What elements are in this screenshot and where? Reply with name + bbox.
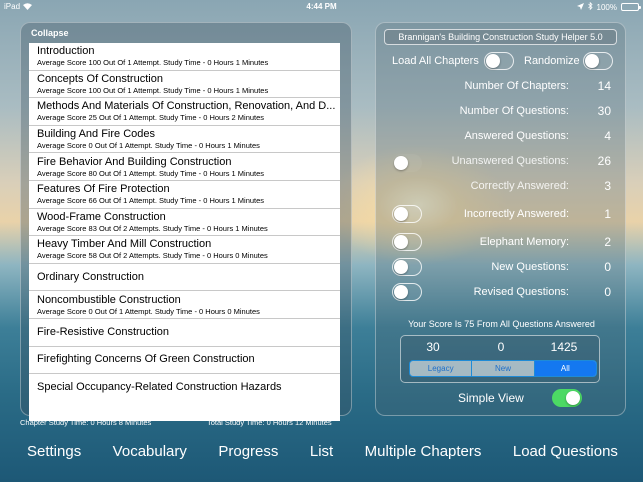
chapter-stats: Average Score 66 Out Of 1 Attempt. Study…	[37, 196, 265, 206]
stat-value-incorrect: 1	[604, 207, 611, 221]
chapter-stats: Average Score 58 Out Of 2 Attempts. Stud…	[37, 251, 268, 261]
list-button[interactable]: List	[310, 443, 333, 460]
load-all-chapters-toggle[interactable]	[484, 52, 514, 70]
load-questions-button[interactable]: Load Questions	[513, 443, 618, 460]
stat-label-correct: Correctly Answered:	[470, 180, 569, 192]
stats-panel: Brannigan's Building Construction Study …	[375, 22, 626, 416]
battery-icon	[621, 3, 641, 11]
stat-value-new: 0	[604, 260, 611, 274]
chapter-row[interactable]: Methods And Materials Of Construction, R…	[29, 98, 340, 126]
chapter-stats: Average Score 25 Out Of 1 Attempt. Study…	[37, 113, 265, 123]
chapter-row[interactable]: Special Occupancy-Related Construction H…	[29, 374, 340, 402]
score-summary: Your Score Is 75 From All Questions Answ…	[408, 319, 595, 329]
chapter-title: Building And Fire Codes	[37, 128, 156, 141]
randomize-label: Randomize	[524, 55, 580, 67]
chapter-stats: Average Score 80 Out Of 1 Attempt. Study…	[37, 168, 265, 178]
status-right: 100%	[576, 1, 641, 12]
status-bar: iPad 4:44 PM 100%	[0, 0, 643, 14]
chapter-title: Methods And Materials Of Construction, R…	[37, 100, 336, 113]
segment-all[interactable]: All	[534, 361, 596, 376]
stat-label-revised: Revised Questions:	[473, 286, 569, 298]
chapter-title: Wood-Frame Construction	[37, 210, 166, 223]
randomize-toggle[interactable]	[583, 52, 613, 70]
chapter-stats: Average Score 0 Out Of 1 Attempt. Study …	[37, 141, 260, 151]
elephant-memory-toggle[interactable]	[392, 233, 422, 251]
stat-value-chapters: 14	[597, 79, 611, 93]
battery-percent: 100%	[596, 2, 617, 12]
score-segment-box: 30 0 1425 Legacy New All	[400, 335, 600, 383]
chapter-row[interactable]: Introduction Average Score 100 Out Of 1 …	[29, 43, 340, 71]
revised-questions-toggle[interactable]	[392, 283, 422, 301]
chapter-panel: Collapse Introduction Average Score 100 …	[20, 22, 352, 421]
location-icon	[576, 2, 584, 12]
chapter-title: Introduction	[37, 45, 95, 58]
chapter-title: Concepts Of Construction	[37, 72, 163, 85]
chapter-row[interactable]: Building And Fire Codes Average Score 0 …	[29, 126, 340, 154]
bottom-toolbar: Settings Vocabulary Progress List Multip…	[0, 431, 643, 471]
stat-label-new: New Questions:	[491, 261, 569, 273]
chapter-title: Heavy Timber And Mill Construction	[37, 238, 212, 251]
stat-value-questions: 30	[597, 104, 611, 118]
chapter-row[interactable]: Features Of Fire Protection Average Scor…	[29, 181, 340, 209]
collapse-button[interactable]: Collapse	[31, 28, 69, 38]
new-questions-toggle[interactable]	[392, 258, 422, 276]
stat-value-answered: 4	[604, 129, 611, 143]
chapter-row[interactable]: Wood-Frame Construction Average Score 83…	[29, 209, 340, 237]
chapter-title: Special Occupancy-Related Construction H…	[37, 381, 282, 394]
vocabulary-button[interactable]: Vocabulary	[113, 443, 187, 460]
chapter-row[interactable]: Heavy Timber And Mill Construction Avera…	[29, 236, 340, 264]
simple-view-label: Simple View	[458, 391, 524, 405]
multiple-chapters-button[interactable]: Multiple Chapters	[365, 443, 482, 460]
stat-label-elephant-memory: Elephant Memory:	[479, 236, 569, 248]
chapter-row[interactable]: Ordinary Construction	[29, 264, 340, 292]
chapter-title: Firefighting Concerns Of Green Construct…	[37, 353, 255, 366]
chapter-row[interactable]: Fire Behavior And Building Construction …	[29, 153, 340, 181]
chapter-title: Ordinary Construction	[37, 270, 144, 283]
total-study-time: Total Study Time: 0 Hours 12 Minutes	[207, 418, 332, 427]
chapter-list[interactable]: Introduction Average Score 100 Out Of 1 …	[29, 43, 340, 421]
score-all-count: 1425	[550, 340, 578, 354]
chapter-row[interactable]: Concepts Of Construction Average Score 1…	[29, 71, 340, 99]
bluetooth-icon	[587, 1, 593, 12]
chapter-row[interactable]: Noncombustible Construction Average Scor…	[29, 291, 340, 319]
chapter-stats: Average Score 0 Out Of 1 Attempt. Study …	[37, 306, 260, 316]
stat-label-chapters: Number Of Chapters:	[464, 80, 569, 92]
segment-legacy[interactable]: Legacy	[410, 361, 473, 376]
stat-value-unanswered: 26	[597, 154, 611, 168]
stat-value-elephant-memory: 2	[604, 235, 611, 249]
incorrect-toggle[interactable]	[392, 205, 422, 223]
simple-view-toggle[interactable]	[552, 389, 582, 407]
chapter-title: Fire-Resistive Construction	[37, 325, 170, 338]
stat-value-revised: 0	[604, 285, 611, 299]
chapter-title: Features Of Fire Protection	[37, 183, 170, 196]
question-set-segmented-control[interactable]: Legacy New All	[409, 360, 597, 377]
settings-button[interactable]: Settings	[27, 443, 81, 460]
chapter-study-time: Chapter Study Time: 0 Hours 8 Minutes	[20, 418, 152, 427]
stat-value-correct: 3	[604, 179, 611, 193]
chapter-stats: Average Score 83 Out Of 2 Attempts. Stud…	[37, 223, 268, 233]
stat-label-answered: Answered Questions:	[464, 130, 569, 142]
chapter-stats: Average Score 100 Out Of 1 Attempt. Stud…	[37, 85, 269, 95]
progress-button[interactable]: Progress	[218, 443, 278, 460]
app-title: Brannigan's Building Construction Study …	[384, 29, 617, 45]
load-all-chapters-label: Load All Chapters	[392, 55, 479, 67]
chapter-stats: Average Score 100 Out Of 1 Attempt. Stud…	[37, 58, 269, 68]
segment-new[interactable]: New	[472, 361, 535, 376]
chapter-title: Noncombustible Construction	[37, 293, 181, 306]
stat-label-unanswered: Unanswered Questions:	[451, 155, 569, 167]
chapter-row[interactable]: Fire-Resistive Construction	[29, 319, 340, 347]
unanswered-toggle[interactable]	[392, 154, 422, 172]
status-time: 4:44 PM	[306, 2, 337, 11]
stat-label-incorrect: Incorrectly Answered:	[463, 208, 569, 220]
chapter-title: Fire Behavior And Building Construction	[37, 155, 232, 168]
score-legacy-count: 30	[426, 340, 440, 354]
score-new-count: 0	[497, 340, 505, 354]
stat-label-questions: Number Of Questions:	[459, 105, 569, 117]
chapter-row[interactable]: Firefighting Concerns Of Green Construct…	[29, 347, 340, 375]
